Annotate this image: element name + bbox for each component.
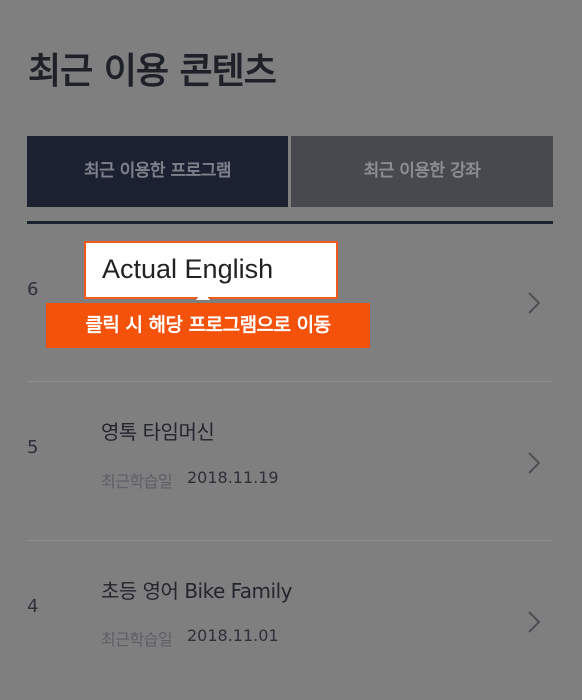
tooltip-pointer — [196, 291, 210, 300]
tooltip-badge: 클릭 시 해당 프로그램으로 이동 — [46, 303, 370, 348]
list-item[interactable]: 5 영톡 타임머신 최근학습일 2018.11.19 — [27, 383, 553, 541]
callout-text: Actual English — [102, 254, 274, 284]
tab-recent-lectures[interactable]: 최근 이용한 강좌 — [291, 136, 553, 207]
item-date-label: 최근학습일 — [101, 472, 173, 491]
item-rank: 4 — [27, 596, 39, 617]
tab-bar: 최근 이용한 프로그램 최근 이용한 강좌 — [27, 136, 553, 207]
chevron-right-icon — [528, 611, 541, 633]
item-divider — [27, 540, 553, 541]
item-title: 초등 영어 Bike Family — [101, 579, 292, 603]
chevron-right-icon — [528, 292, 541, 314]
item-rank: 6 — [27, 279, 39, 300]
item-date: 2018.11.19 — [187, 468, 279, 487]
list-item[interactable]: 4 초등 영어 Bike Family 최근학습일 2018.11.01 — [27, 542, 553, 700]
chevron-right-icon — [528, 452, 541, 474]
item-date-label: 최근학습일 — [101, 630, 173, 649]
item-rank: 5 — [27, 437, 39, 458]
highlighted-item-title[interactable]: Actual English — [84, 241, 338, 299]
page-title: 최근 이용 콘텐츠 — [28, 51, 277, 92]
item-divider — [27, 381, 553, 382]
item-title: 영톡 타임머신 — [101, 420, 215, 444]
item-date: 2018.11.01 — [187, 626, 279, 645]
tab-recent-programs[interactable]: 최근 이용한 프로그램 — [27, 136, 288, 207]
